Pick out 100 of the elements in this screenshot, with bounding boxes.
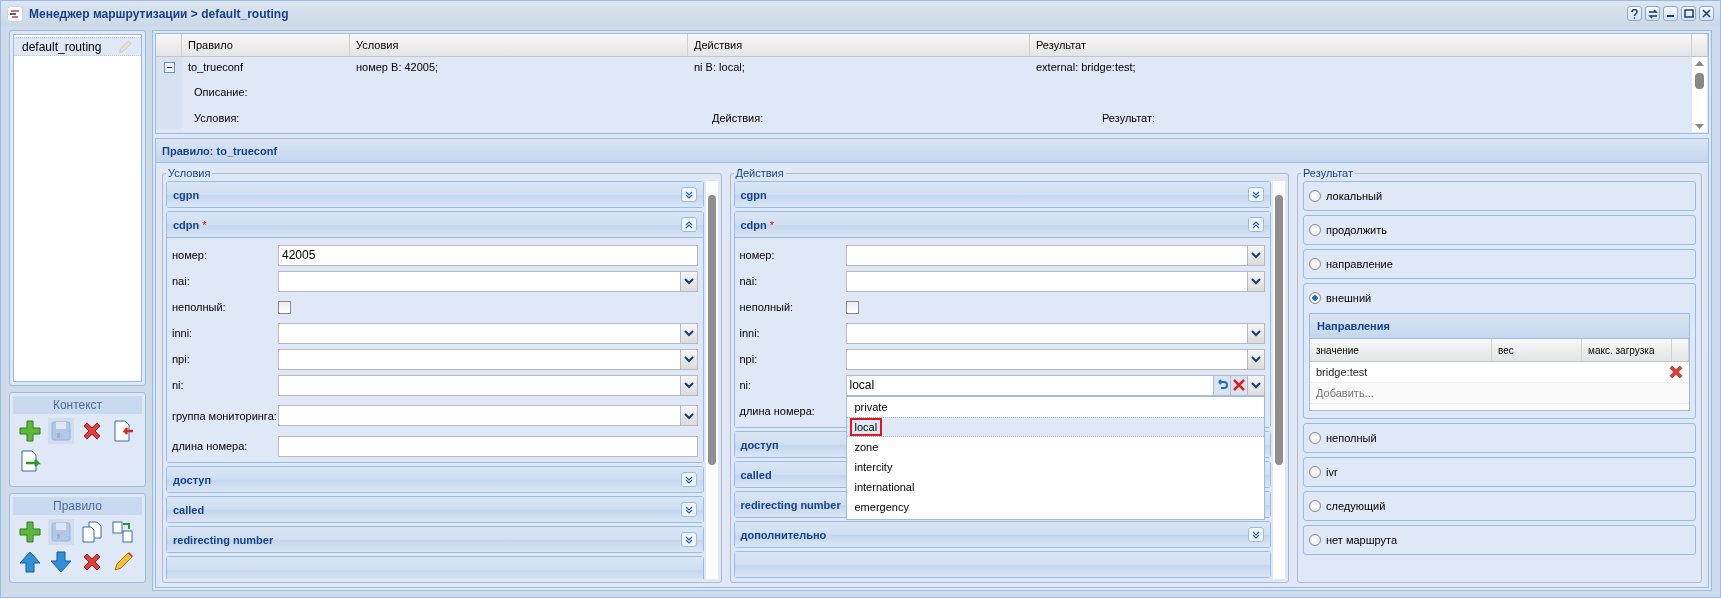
radio-option[interactable]: неполный	[1309, 431, 1690, 445]
dropdown-option[interactable]: local	[846, 416, 1264, 437]
combo-field[interactable]	[278, 348, 681, 370]
radio-button[interactable]	[1309, 292, 1321, 304]
field-label: npi:	[172, 352, 191, 366]
collapse-toggle[interactable]	[680, 532, 697, 547]
column-header[interactable]: макс. загрузка	[1582, 339, 1672, 361]
section-title: cgpn	[740, 188, 767, 201]
section-title: доступ	[173, 473, 212, 486]
combo-field[interactable]	[278, 405, 681, 426]
combo-field[interactable]	[278, 374, 681, 396]
section-title: cgpn	[173, 188, 200, 201]
field-label: inni:	[172, 326, 194, 340]
field-label: неполный:	[172, 300, 227, 314]
radio-option[interactable]: внешний	[1309, 291, 1690, 305]
scrollbar[interactable]	[705, 181, 718, 579]
move-down-button[interactable]	[48, 549, 74, 575]
minimize-button[interactable]	[1663, 6, 1678, 21]
copy-icon	[80, 520, 104, 544]
radio-button[interactable]	[1309, 190, 1321, 202]
close-button[interactable]	[1699, 6, 1714, 21]
chevron-down-icon	[1251, 329, 1261, 337]
arrow-up-icon	[18, 550, 42, 574]
radio-option[interactable]: локальный	[1309, 189, 1690, 203]
clear-button[interactable]	[1231, 374, 1248, 396]
window-title: Менеджер маршрутизации > default_routing	[29, 6, 289, 21]
radio-option[interactable]: продолжить	[1309, 223, 1690, 237]
dropdown-trigger[interactable]	[1248, 322, 1265, 344]
radio-option[interactable]: направление	[1309, 257, 1690, 271]
combo-field[interactable]	[278, 322, 681, 344]
scrollbar[interactable]	[1273, 181, 1285, 579]
radio-button[interactable]	[1309, 534, 1321, 546]
field-label: ni:	[739, 378, 753, 392]
copy-button[interactable]	[79, 519, 105, 545]
pencil-icon	[111, 550, 135, 574]
column-header[interactable]: Правило	[182, 34, 350, 56]
add-button[interactable]	[17, 519, 43, 545]
radio-button[interactable]	[1309, 500, 1321, 512]
dropdown-trigger[interactable]	[1248, 348, 1265, 370]
column-header[interactable]: вес	[1492, 339, 1582, 361]
radio-button[interactable]	[1309, 432, 1321, 444]
column-header[interactable]: Условия	[350, 34, 688, 56]
dropdown-trigger[interactable]	[1248, 244, 1265, 266]
combo-field[interactable]	[845, 348, 1248, 370]
close-icon	[1702, 9, 1711, 18]
combo-field[interactable]	[278, 270, 681, 292]
table-cell-text: номер B: 42005;	[355, 60, 440, 75]
undo-button[interactable]	[1214, 374, 1231, 396]
grid-title: Направления	[1310, 314, 1689, 339]
column-header[interactable]: Результат	[1030, 34, 1692, 56]
radio-option[interactable]: нет маршрута	[1309, 533, 1690, 547]
refresh-button[interactable]	[1645, 6, 1660, 21]
context-item[interactable]: default_routing	[14, 37, 141, 56]
field-label: nai:	[739, 274, 759, 288]
maximize-button[interactable]	[1681, 6, 1696, 21]
column-header[interactable]: значение	[1310, 339, 1492, 361]
checkbox[interactable]	[845, 300, 859, 314]
radio-option[interactable]: следующий	[1309, 499, 1690, 513]
section-title: дополнительно	[740, 528, 827, 541]
detail-label: Описание:	[193, 86, 249, 100]
combo-field[interactable]	[845, 244, 1248, 266]
delete-icon	[1667, 363, 1685, 381]
required-marker: *	[202, 218, 207, 231]
collapse-toggle[interactable]	[1248, 187, 1264, 202]
toolbar-title: Правило	[13, 497, 142, 515]
collapse-icon[interactable]	[163, 62, 175, 73]
combo-field[interactable]	[845, 322, 1248, 344]
collapse-toggle[interactable]	[680, 502, 697, 517]
toolbar-title: Контекст	[13, 396, 142, 414]
plus-icon	[18, 419, 42, 443]
move-up-button[interactable]	[17, 549, 43, 575]
radio-option[interactable]: ivr	[1309, 465, 1690, 479]
scrollbar[interactable]	[1692, 57, 1707, 132]
checkbox[interactable]	[278, 300, 291, 314]
combo-field[interactable]	[845, 270, 1248, 292]
collapse-toggle[interactable]	[1248, 217, 1264, 232]
field-label: длина номера:	[172, 439, 249, 453]
radio-button[interactable]	[1309, 258, 1321, 270]
collapse-toggle[interactable]	[680, 217, 697, 232]
column-header[interactable]: Действия	[688, 34, 1030, 56]
text-field[interactable]	[278, 435, 698, 457]
rename-button[interactable]	[110, 519, 136, 545]
dropdown-trigger[interactable]	[1248, 374, 1265, 396]
chevron-down-icon	[683, 381, 694, 389]
text-field[interactable]: 42005	[278, 244, 698, 266]
collapse-toggle[interactable]	[1248, 527, 1264, 542]
add-button[interactable]	[17, 418, 43, 444]
combo-field[interactable]: local	[845, 374, 1214, 396]
document-arrow-icon	[18, 449, 42, 473]
field-label: группа мониторинга:	[172, 408, 278, 423]
radio-button[interactable]	[1309, 466, 1321, 478]
radio-button[interactable]	[1309, 224, 1321, 236]
dropdown-trigger[interactable]	[1248, 270, 1265, 292]
field-label: неполный:	[739, 300, 795, 314]
collapse-toggle[interactable]	[680, 187, 697, 202]
help-button[interactable]	[1627, 6, 1642, 21]
field-label: номер:	[739, 248, 776, 262]
collapse-toggle[interactable]	[680, 472, 697, 487]
add-field[interactable]: Добавить...	[1310, 383, 1689, 404]
floppy-icon	[49, 419, 73, 443]
